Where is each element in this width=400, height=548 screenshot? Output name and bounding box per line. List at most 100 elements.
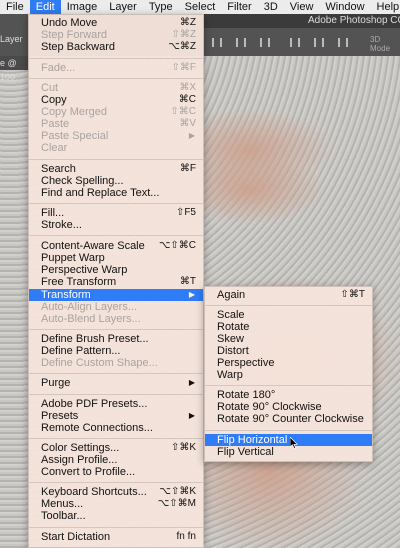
menu-item-define-brush-preset[interactable]: Define Brush Preset... (29, 333, 203, 345)
menu-item-toolbar[interactable]: Toolbar... (29, 510, 203, 522)
menu-item-label: Define Custom Shape... (41, 357, 158, 369)
menu-item-copy[interactable]: Copy ⌘C (29, 94, 203, 106)
menu-item-scale[interactable]: Scale (205, 309, 372, 321)
menu-item-warp[interactable]: Warp (205, 369, 372, 381)
menu-item-label: Paste (41, 118, 70, 130)
menu-item-rotate-90-clockwise[interactable]: Rotate 90° Clockwise (205, 401, 372, 413)
menu-item-label: Auto-Blend Layers... (41, 313, 141, 325)
menu-item-define-pattern[interactable]: Define Pattern... (29, 345, 203, 357)
distribute-bottom-icon[interactable] (338, 38, 348, 47)
menu-image[interactable]: Image (61, 0, 104, 14)
menu-item-adobe-pdf-presets[interactable]: Adobe PDF Presets... (29, 398, 203, 410)
distribute-middle-icon[interactable] (314, 38, 324, 47)
menu-edit[interactable]: Edit (29, 0, 61, 14)
menu-item-label: Again (217, 289, 246, 301)
menu-item-rotate-180[interactable]: Rotate 180° (205, 389, 372, 401)
menu-item-label: Adobe PDF Presets... (41, 398, 148, 410)
menu-item-label: Convert to Profile... (41, 466, 136, 478)
menu-item-label: Purge (41, 377, 71, 389)
menu-item-cut: Cut ⌘X (29, 82, 203, 94)
menu-separator (29, 527, 203, 528)
menu-item-label: Cut (41, 82, 59, 94)
shortcut-label: ⌘V (179, 118, 196, 129)
menu-item-flip-vertical[interactable]: Flip Vertical (205, 446, 372, 458)
menu-item-perspective-warp[interactable]: Perspective Warp (29, 264, 203, 276)
menu-item-flip-horizontal[interactable]: Flip Horizontal (205, 434, 372, 446)
triangle-right-icon: ▶ (188, 378, 195, 387)
menu-separator (29, 159, 203, 160)
menu-select[interactable]: Select (179, 0, 222, 14)
align-right-icon[interactable] (260, 38, 270, 47)
menu-item-rotate-90-counter-clockwise[interactable]: Rotate 90° Counter Clockwise (205, 413, 372, 425)
shortcut-label: ⇧⌘C (170, 106, 196, 117)
menu-item-label: Copy Merged (41, 106, 108, 118)
document-tab[interactable]: e @ 100 (0, 56, 30, 82)
menu-item-paste-special: Paste Special ▶ (29, 130, 203, 142)
menu-item-label: Find and Replace Text... (41, 187, 160, 199)
shortcut-label: ⇧⌘T (340, 289, 366, 300)
menu-item-skew[interactable]: Skew (205, 333, 372, 345)
menu-item-stroke[interactable]: Stroke... (29, 219, 203, 231)
menu-item-step-backward[interactable]: Step Backward ⌥⌘Z (29, 41, 203, 53)
menu-window[interactable]: Window (319, 0, 370, 14)
menu-help[interactable]: Help (371, 0, 400, 14)
shortcut-label: ⇧⌘F (171, 62, 197, 73)
menu-item-content-aware-scale[interactable]: Content-Aware Scale ⌥⇧⌘C (29, 240, 203, 252)
menu-item-rotate[interactable]: Rotate (205, 321, 372, 333)
menu-item-find-and-replace-text[interactable]: Find and Replace Text... (29, 187, 203, 199)
menu-item-transform[interactable]: Transform ▶ (29, 289, 203, 301)
menu-item-label: Start Dictation (41, 531, 111, 543)
distribute-top-icon[interactable] (290, 38, 300, 47)
menu-view[interactable]: View (284, 0, 320, 14)
menu-item-distort[interactable]: Distort (205, 345, 372, 357)
menu-item-undo-move[interactable]: Undo Move ⌘Z (29, 17, 203, 29)
menu-separator (29, 58, 203, 59)
menu-type[interactable]: Type (143, 0, 179, 14)
menu-item-label: Warp (217, 369, 243, 381)
menu-item-keyboard-shortcuts[interactable]: Keyboard Shortcuts... ⌥⇧⌘K (29, 486, 203, 498)
menu-item-free-transform[interactable]: Free Transform ⌘T (29, 276, 203, 288)
shortcut-label: ⌥⇧⌘M (157, 498, 196, 509)
menu-item-check-spelling[interactable]: Check Spelling... (29, 175, 203, 187)
menu-separator (29, 203, 203, 204)
menu-item-remote-connections[interactable]: Remote Connections... (29, 422, 203, 434)
menu-item-perspective[interactable]: Perspective (205, 357, 372, 369)
menu-item-label: Define Pattern... (41, 345, 121, 357)
menu-item-again[interactable]: Again ⇧⌘T (205, 289, 372, 301)
menu-separator (29, 235, 203, 236)
menu-item-assign-profile[interactable]: Assign Profile... (29, 454, 203, 466)
shortcut-label: ⌘T (179, 276, 196, 287)
menu-item-label: Rotate (217, 321, 250, 333)
menu-item-label: Puppet Warp (41, 252, 105, 264)
menu-item-color-settings[interactable]: Color Settings... ⇧⌘K (29, 442, 203, 454)
menu-bar: File Edit Image Layer Type Select Filter… (0, 0, 400, 14)
transform-submenu: Again ⇧⌘T Scale Rotate Skew Distort Perspectiv… (204, 286, 373, 462)
menu-layer[interactable]: Layer (103, 0, 143, 14)
menu-item-puppet-warp[interactable]: Puppet Warp (29, 252, 203, 264)
layer-dropdown[interactable]: Layer (0, 34, 23, 44)
menu-item-fill[interactable]: Fill... ⇧F5 (29, 207, 203, 219)
menu-file[interactable]: File (0, 0, 30, 14)
shortcut-label: ⇧F5 (175, 207, 196, 218)
menu-item-search[interactable]: Search ⌘F (29, 163, 203, 175)
menu-item-step-forward: Step Forward ⇧⌘Z (29, 29, 203, 41)
menu-separator (205, 430, 372, 431)
menu-item-label: Stroke... (41, 219, 82, 231)
menu-item-convert-to-profile[interactable]: Convert to Profile... (29, 466, 203, 478)
align-left-icon[interactable] (212, 38, 222, 47)
menu-filter[interactable]: Filter (221, 0, 257, 14)
menu-3d[interactable]: 3D (258, 0, 284, 14)
triangle-right-icon: ▶ (188, 131, 195, 140)
menu-item-define-custom-shape: Define Custom Shape... (29, 357, 203, 369)
menu-item-label: Copy (41, 94, 67, 106)
menu-item-presets[interactable]: Presets ▶ (29, 410, 203, 422)
shortcut-label: fn fn (176, 531, 196, 542)
shortcut-label: ⌥⇧⌘K (159, 486, 196, 497)
triangle-right-icon: ▶ (188, 290, 195, 299)
menu-item-label: Fill... (41, 207, 65, 219)
align-center-icon[interactable] (236, 38, 246, 47)
menu-item-menus[interactable]: Menus... ⌥⇧⌘M (29, 498, 203, 510)
menu-item-label: Rotate 180° (217, 389, 276, 401)
menu-item-purge[interactable]: Purge ▶ (29, 377, 203, 389)
menu-item-start-dictation[interactable]: Start Dictation fn fn (29, 531, 203, 543)
